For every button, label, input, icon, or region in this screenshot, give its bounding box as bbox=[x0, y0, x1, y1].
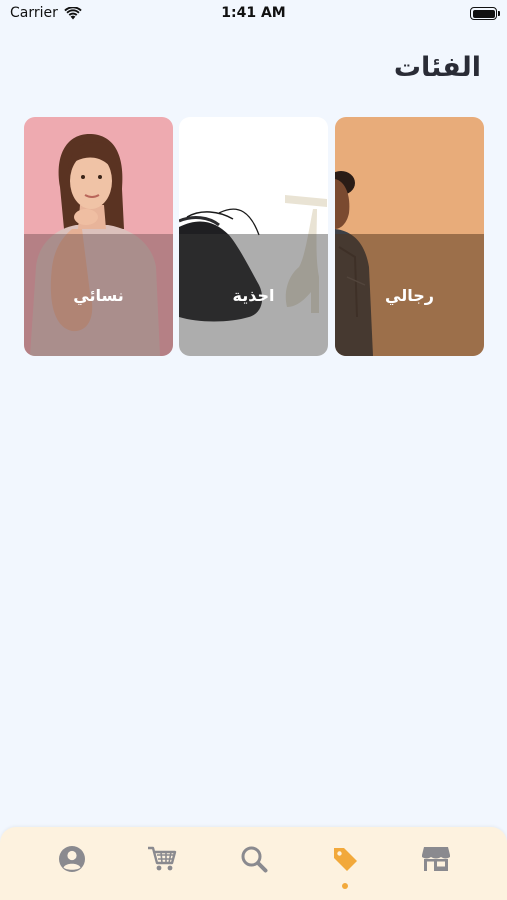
clock: 1:41 AM bbox=[221, 5, 286, 21]
category-label-men: رجالي bbox=[335, 234, 484, 356]
category-grid: نسائي احذية رجالي bbox=[24, 117, 484, 356]
tab-cart[interactable] bbox=[142, 841, 182, 877]
tab-categories[interactable] bbox=[325, 841, 365, 877]
tab-search[interactable] bbox=[234, 841, 274, 877]
search-icon bbox=[241, 846, 268, 873]
tab-store[interactable] bbox=[416, 841, 456, 877]
category-card-women[interactable]: نسائي bbox=[24, 117, 173, 356]
page-title: الفئات bbox=[393, 52, 481, 83]
status-bar: Carrier 1:41 AM bbox=[0, 0, 507, 28]
category-label-shoes: احذية bbox=[179, 234, 328, 356]
battery-icon bbox=[470, 7, 500, 20]
store-icon bbox=[422, 847, 450, 871]
tab-profile[interactable] bbox=[52, 841, 92, 877]
category-label-women: نسائي bbox=[24, 234, 173, 356]
profile-icon bbox=[59, 846, 85, 872]
category-card-men[interactable]: رجالي bbox=[335, 117, 484, 356]
tag-icon bbox=[334, 848, 357, 871]
category-card-shoes[interactable]: احذية bbox=[179, 117, 328, 356]
active-tab-indicator bbox=[342, 883, 348, 889]
tab-bar bbox=[0, 827, 507, 900]
cart-icon bbox=[148, 846, 177, 871]
